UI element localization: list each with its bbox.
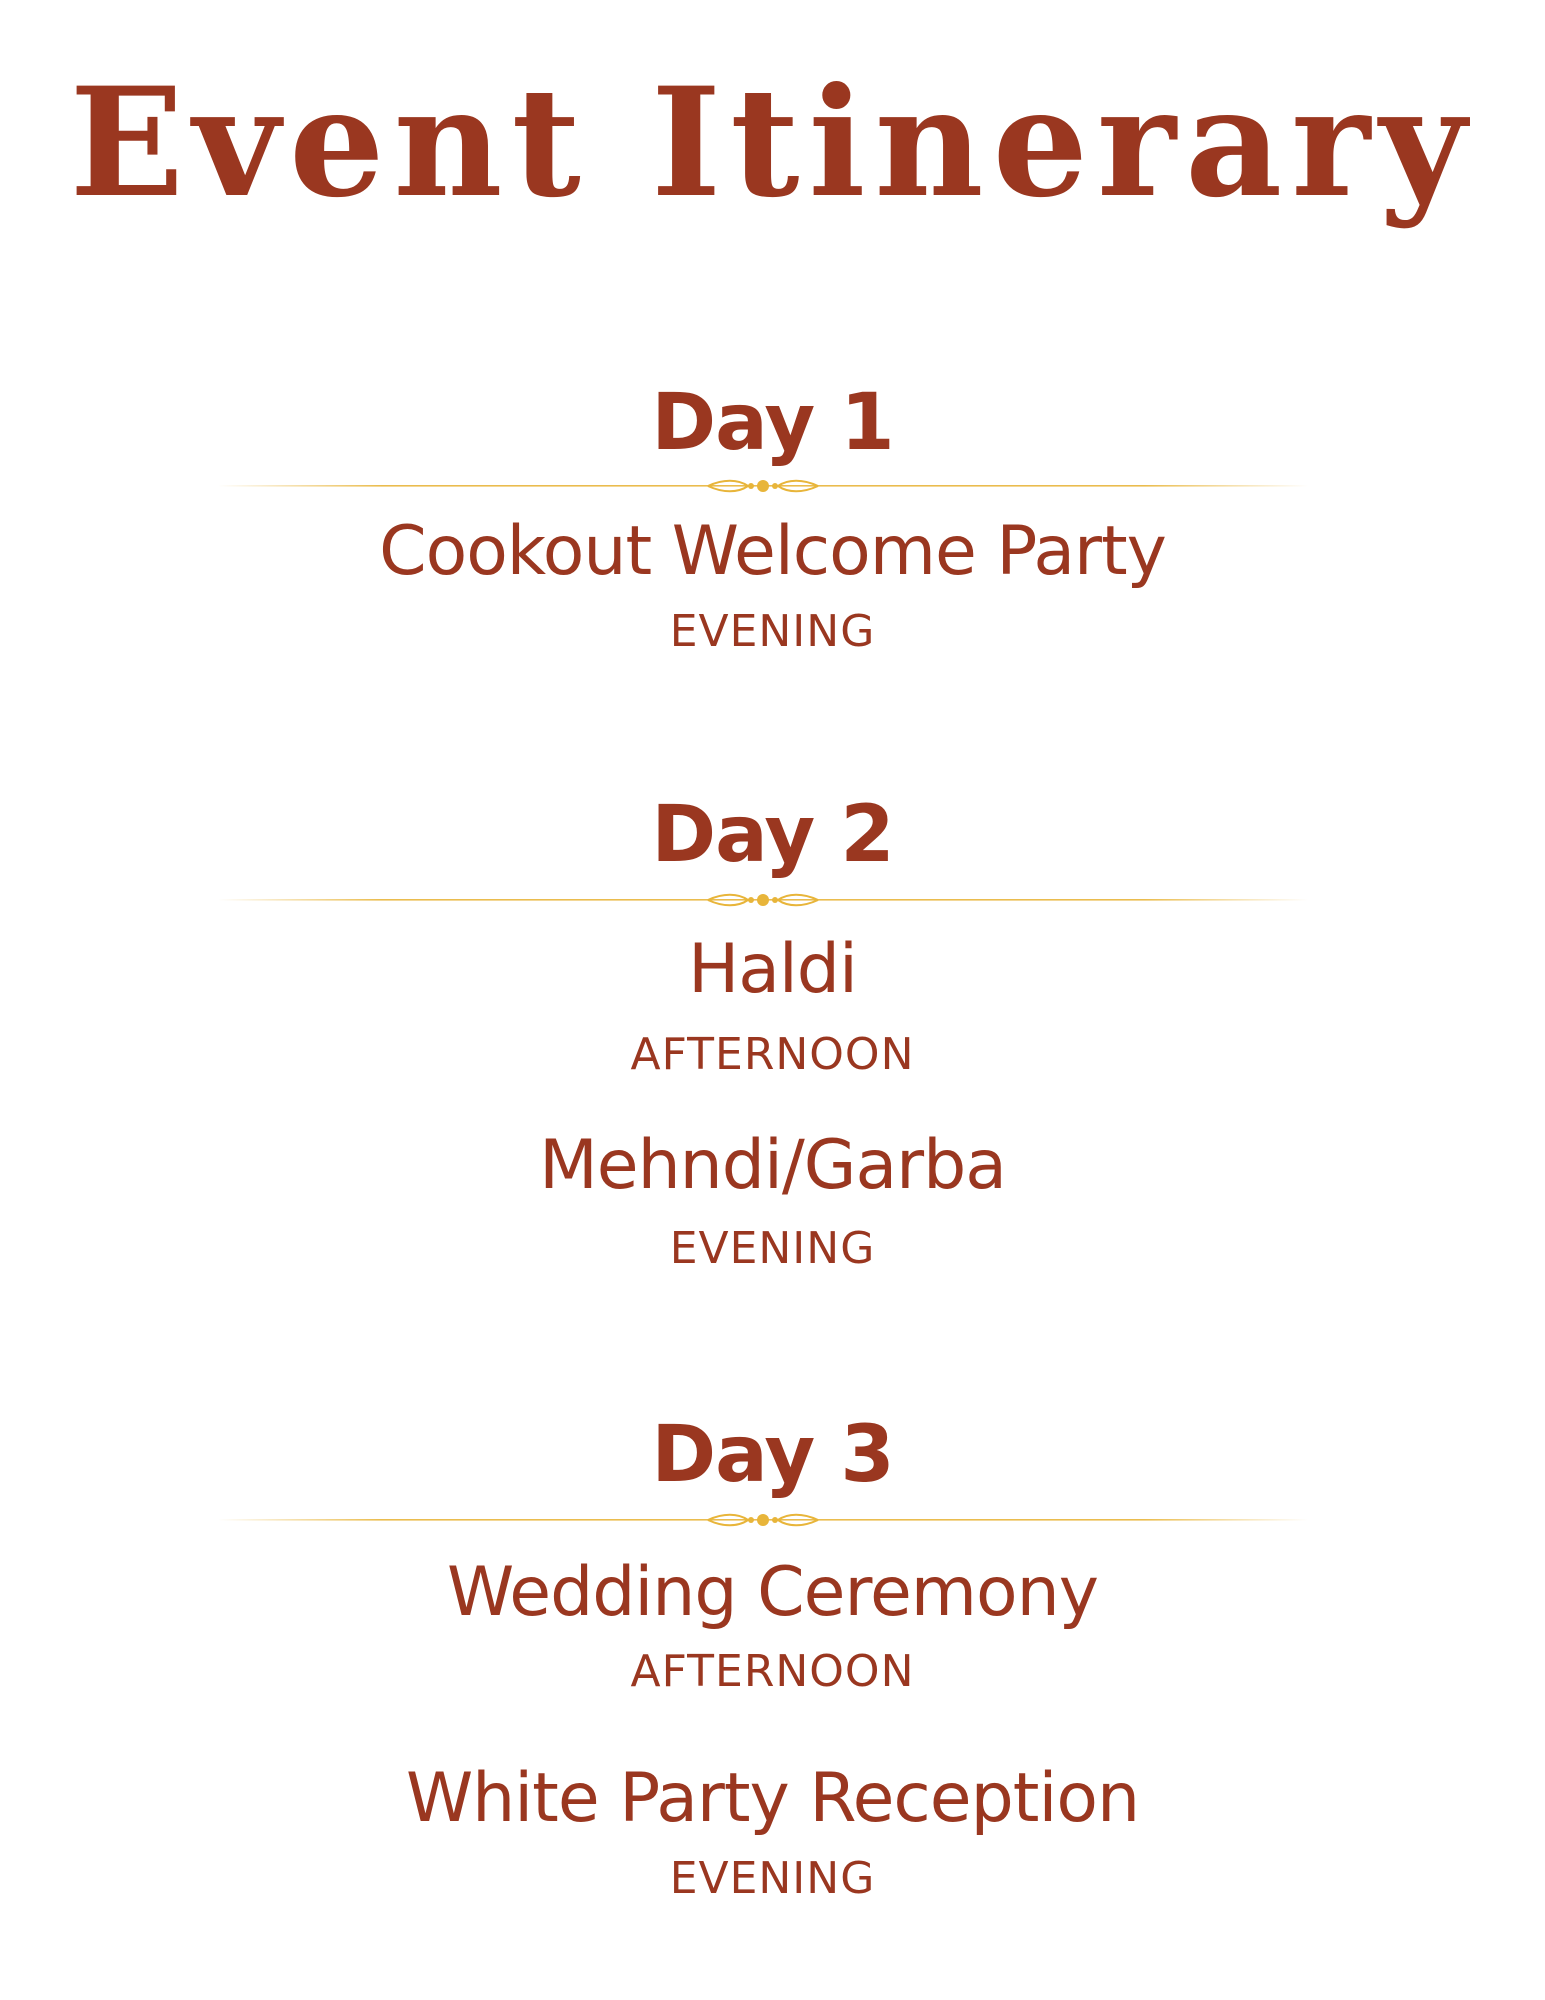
event-time: AFTERNOON xyxy=(630,1029,915,1080)
event-name: White Party Reception xyxy=(405,1759,1140,1838)
event-name: Haldi xyxy=(688,930,858,1009)
page-title: Event Itinerary xyxy=(69,55,1476,231)
event-time: EVENING xyxy=(669,1223,876,1274)
ornamental-divider xyxy=(218,1513,1308,1527)
day-1-heading: Day 1 xyxy=(651,378,894,468)
event-time: AFTERNOON xyxy=(630,1646,915,1697)
ornamental-divider xyxy=(218,893,1308,907)
day-3-heading: Day 3 xyxy=(651,1410,894,1500)
event-name: Wedding Ceremony xyxy=(447,1553,1099,1632)
event-name: Cookout Welcome Party xyxy=(379,512,1167,591)
day-2-heading: Day 2 xyxy=(651,790,894,880)
event-time: EVENING xyxy=(669,606,876,657)
ornamental-divider xyxy=(218,479,1308,493)
event-time: EVENING xyxy=(669,1853,876,1904)
event-name: Mehndi/Garba xyxy=(539,1126,1007,1205)
